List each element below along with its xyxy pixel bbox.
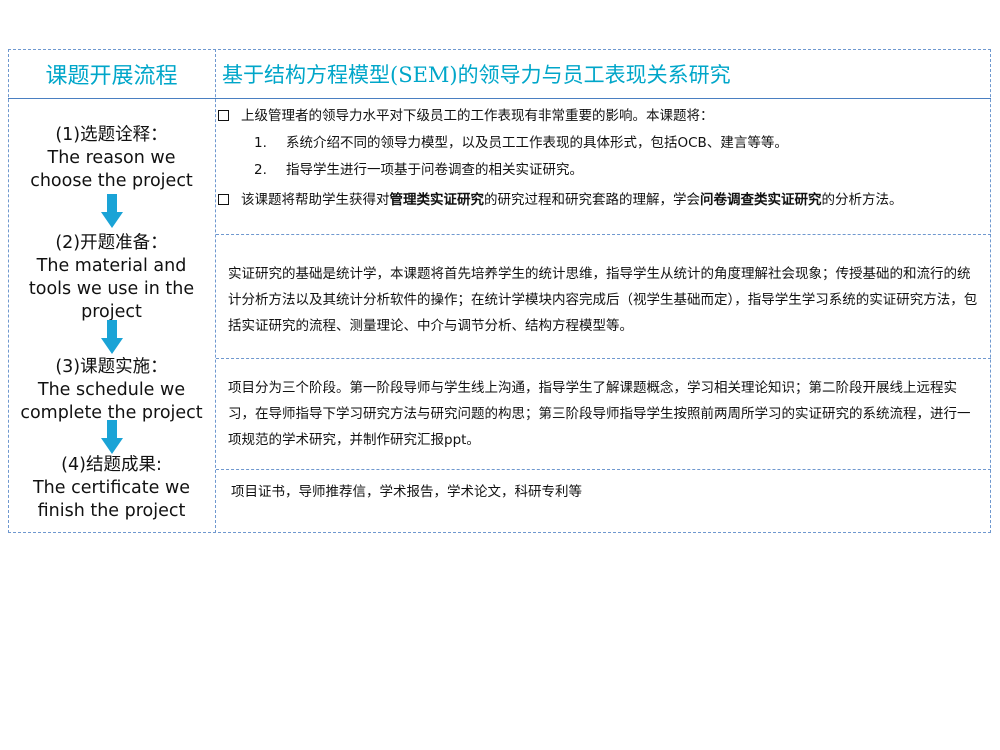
goal-bullet: 该课题将帮助学生获得对管理类实证研究的研究过程和研究套路的理解，学会问卷调查类实… — [218, 190, 903, 210]
process-title: 课题开展流程 — [45, 63, 178, 89]
step-1: (1)选题诠释： The reason we choose the projec… — [8, 124, 215, 193]
square-bullet-icon — [218, 194, 229, 205]
outcomes-text: 项目证书，导师推荐信，学术报告，学术论文，科研专利等 — [231, 484, 582, 500]
step-2: (2)开题准备： The material and tools we use i… — [8, 232, 215, 324]
down-arrow-icon — [101, 420, 123, 454]
goal-bold-2: 问卷调查类实证研究 — [700, 192, 822, 208]
list-item-text: 系统介绍不同的领导力模型，以及员工工作表现的具体形式，包括OCB、建言等等。 — [286, 135, 788, 151]
down-arrow-icon — [101, 320, 123, 354]
step-2-en-line2: tools we use in the — [28, 279, 195, 299]
intro-text: 上级管理者的领导力水平对下级员工的工作表现有非常重要的影响。本课题将： — [241, 108, 714, 124]
step-3-en-line1: The schedule we — [37, 380, 186, 400]
goal-text-3: 的分析方法。 — [821, 192, 903, 208]
list-item: 2. 指导学生进行一项基于问卷调查的相关实证研究。 — [254, 160, 583, 180]
goal-bold-1: 管理类实证研究 — [389, 192, 485, 208]
list-item: 1. 系统介绍不同的领导力模型，以及员工工作表现的具体形式，包括OCB、建言等等。 — [254, 133, 788, 153]
schedule-text: 项目分为三个阶段。第一阶段导师与学生线上沟通，指导学生了解课题概念，学习相关理论… — [228, 380, 971, 448]
step-4-en-line1: The certificate we — [32, 478, 191, 498]
step-4: (4)结题成果: The certificate we finish the p… — [8, 454, 215, 523]
column-divider — [215, 49, 216, 533]
step-4-en-line2: finish the project — [37, 501, 186, 521]
row-divider-3 — [216, 469, 991, 470]
down-arrow-icon — [101, 194, 123, 228]
row-divider-2 — [216, 358, 991, 359]
step-3: (3)课题实施： The schedule we complete the pr… — [8, 356, 215, 425]
goal-text-1: 该课题将帮助学生获得对 — [241, 192, 390, 208]
step-1-en-line1: The reason we — [47, 148, 176, 168]
step-4-cn: (4)结题成果: — [61, 455, 162, 475]
goal-text-2: 的研究过程和研究套路的理解，学会 — [484, 192, 700, 208]
project-title: 基于结构方程模型(SEM)的领导力与员工表现关系研究 — [222, 62, 731, 87]
header-divider — [8, 98, 991, 99]
list-item-number: 2. — [254, 162, 267, 178]
step-1-en-line2: choose the project — [30, 171, 193, 191]
list-item-number: 1. — [254, 135, 267, 151]
square-bullet-icon — [218, 110, 229, 121]
preparation-text: 实证研究的基础是统计学，本课题将首先培养学生的统计思维，指导学生从统计的角度理解… — [228, 266, 978, 334]
step-2-en-line1: The material and — [36, 256, 187, 276]
step-3-cn: (3)课题实施： — [55, 357, 168, 377]
row-divider-1 — [216, 234, 991, 235]
step-2-cn: (2)开题准备： — [55, 233, 168, 253]
step-1-cn: (1)选题诠释： — [55, 125, 168, 145]
list-item-text: 指导学生进行一项基于问卷调查的相关实证研究。 — [286, 162, 583, 178]
intro-bullet: 上级管理者的领导力水平对下级员工的工作表现有非常重要的影响。本课题将： — [218, 106, 714, 126]
